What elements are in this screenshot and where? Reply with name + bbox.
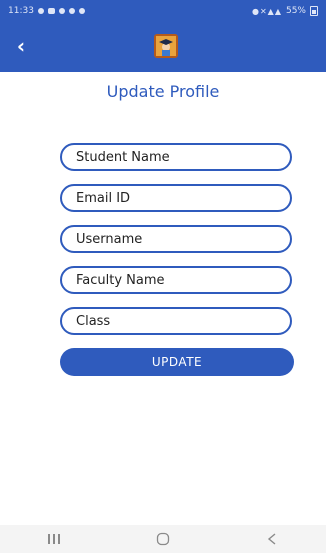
email-input[interactable] (60, 184, 292, 212)
status-right: ●✕▲▲ 55% (252, 6, 318, 16)
notification-icon (78, 8, 85, 14)
status-bar: 11:33 ●✕▲▲ 55% (0, 0, 326, 22)
system-nav-bar (0, 525, 326, 553)
student-name-input[interactable] (60, 143, 292, 171)
status-left: 11:33 (8, 6, 85, 16)
recents-icon[interactable] (34, 529, 74, 549)
faculty-name-input[interactable] (60, 266, 292, 294)
back-arrow-icon[interactable]: ‹ (10, 34, 32, 58)
notification-icon (37, 8, 44, 14)
graduate-logo-icon (154, 34, 178, 58)
class-input[interactable] (60, 307, 292, 335)
notification-icon (58, 8, 65, 14)
battery-percentage: 55% (285, 6, 306, 16)
status-time: 11:33 (8, 6, 34, 16)
home-icon[interactable] (143, 529, 183, 549)
app-bar: ‹ (0, 22, 326, 72)
battery-icon (310, 6, 318, 16)
username-input[interactable] (60, 225, 292, 253)
page-title: Update Profile (106, 82, 220, 101)
message-icon (47, 8, 55, 14)
back-chevron-icon[interactable] (252, 529, 292, 549)
update-button[interactable]: UPDATE (60, 348, 294, 376)
notification-icon (68, 8, 75, 14)
network-icons: ●✕▲▲ (251, 6, 282, 16)
